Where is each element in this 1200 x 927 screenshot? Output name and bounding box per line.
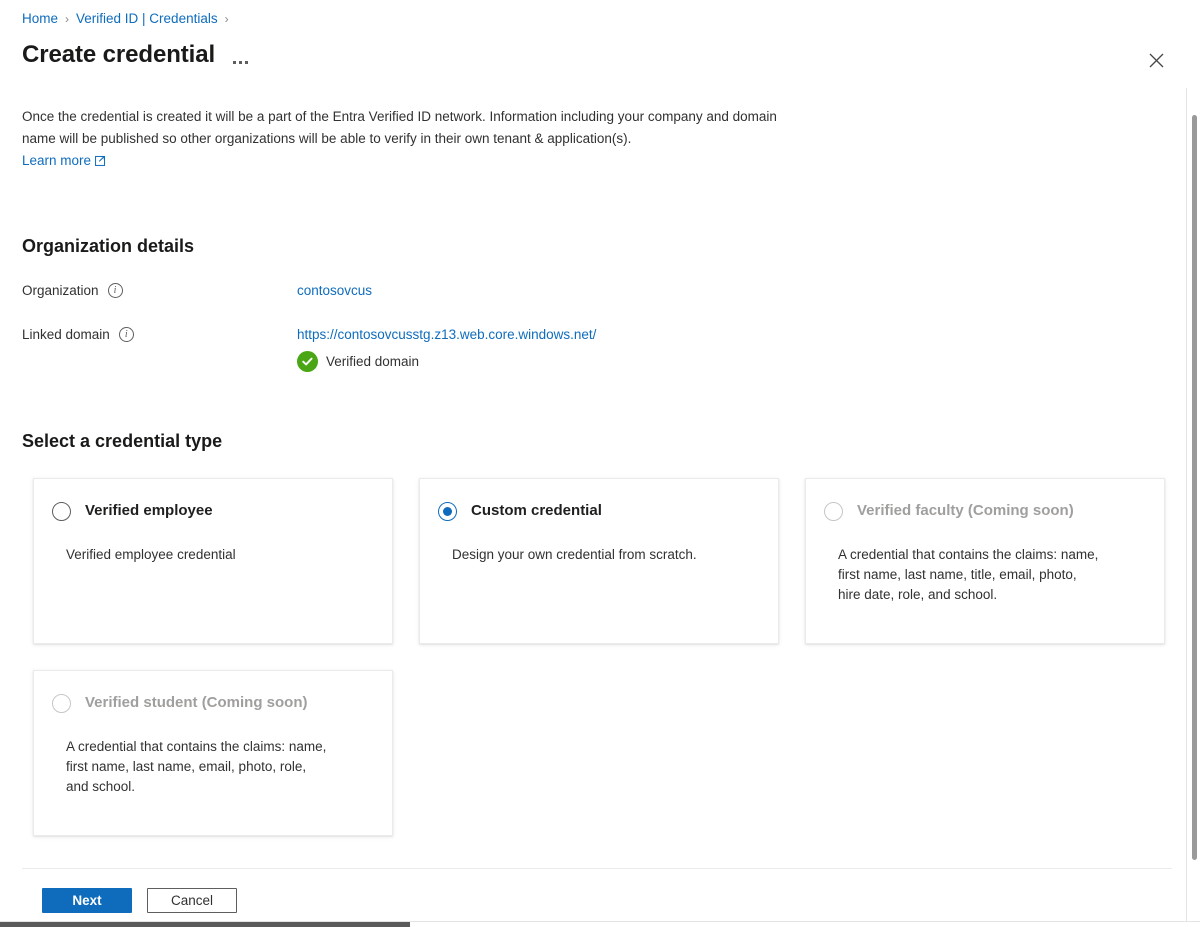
organization-label-group: Organization i [22, 281, 297, 300]
external-link-icon [95, 156, 106, 167]
credential-type-heading: Select a credential type [22, 431, 223, 451]
credential-card-verified-student[interactable]: Verified student (Coming soon) A credent… [33, 670, 393, 836]
overflow-menu-icon[interactable] [229, 55, 252, 72]
radio-verified-employee[interactable] [52, 501, 71, 521]
card-header: Verified employee [50, 501, 376, 521]
credential-card-custom-credential[interactable]: Custom credential Design your own creden… [419, 478, 779, 644]
learn-more-link[interactable]: Learn more [22, 150, 106, 172]
credential-card-verified-employee[interactable]: Verified employee Verified employee cred… [33, 478, 393, 644]
page-title: Create credential [22, 41, 216, 68]
breadcrumb-item-home[interactable]: Home [22, 9, 58, 29]
horizontal-scrollbar-thumb[interactable] [0, 922, 410, 927]
organization-label: Organization [22, 283, 99, 298]
card-description: A credential that contains the claims: n… [838, 547, 1099, 602]
organization-details-heading: Organization details [22, 236, 195, 256]
card-header: Verified faculty (Coming soon) [822, 501, 1148, 521]
linked-domain-link[interactable]: https://contosovcusstg.z13.web.core.wind… [297, 327, 596, 342]
info-icon[interactable]: i [107, 283, 123, 298]
linked-domain-label-group: Linked domain i [22, 325, 297, 372]
linked-domain-field-row: Linked domain i https://contosovcusstg.z… [22, 325, 596, 372]
organization-link[interactable]: contosovcus [297, 283, 372, 298]
card-description: Design your own credential from scratch. [452, 547, 697, 562]
breadcrumb-item-verified-id-credentials[interactable]: Verified ID | Credentials [76, 9, 218, 29]
dot [233, 61, 237, 64]
radio-verified-student [52, 693, 71, 713]
radio-custom-credential[interactable] [438, 501, 457, 521]
verified-domain-status: Verified domain [297, 351, 596, 372]
credential-card-verified-faculty[interactable]: Verified faculty (Coming soon) A credent… [805, 478, 1165, 644]
learn-more-label: Learn more [22, 153, 92, 168]
card-description: A credential that contains the claims: n… [66, 739, 327, 794]
page-title-row: Create credential [22, 38, 252, 72]
linked-domain-label: Linked domain [22, 327, 110, 342]
dot [245, 61, 249, 64]
card-header: Custom credential [436, 501, 762, 521]
intro-text: Once the credential is created it will b… [22, 109, 777, 146]
card-description: Verified employee credential [66, 547, 236, 562]
cancel-button[interactable]: Cancel [147, 888, 237, 913]
green-check-icon [297, 351, 318, 372]
breadcrumb: Home › Verified ID | Credentials › [22, 9, 230, 29]
intro-paragraph: Once the credential is created it will b… [22, 106, 784, 172]
vertical-scrollbar-thumb[interactable] [1192, 115, 1197, 860]
organization-value: contosovcus [297, 281, 372, 300]
radio-verified-faculty [824, 501, 843, 521]
card-title: Verified faculty (Coming soon) [857, 502, 1074, 519]
create-credential-blade: Home › Verified ID | Credentials › Creat… [0, 0, 1200, 927]
card-title: Verified employee [85, 502, 213, 519]
close-icon[interactable] [1140, 44, 1172, 76]
linked-domain-value: https://contosovcusstg.z13.web.core.wind… [297, 325, 596, 372]
card-header: Verified student (Coming soon) [50, 693, 376, 713]
verified-domain-label: Verified domain [326, 354, 420, 369]
dot [239, 61, 243, 64]
next-button[interactable]: Next [42, 888, 132, 913]
chevron-right-icon: › [224, 12, 229, 26]
footer-actions: Next Cancel [42, 888, 237, 913]
card-title: Verified student (Coming soon) [85, 694, 308, 711]
organization-field-row: Organization i contosovcus [22, 281, 372, 300]
footer-divider [22, 868, 1172, 869]
info-icon[interactable]: i [118, 327, 134, 342]
credential-type-card-grid: Verified employee Verified employee cred… [33, 478, 1165, 836]
card-title: Custom credential [471, 502, 602, 519]
chevron-right-icon: › [65, 12, 70, 26]
